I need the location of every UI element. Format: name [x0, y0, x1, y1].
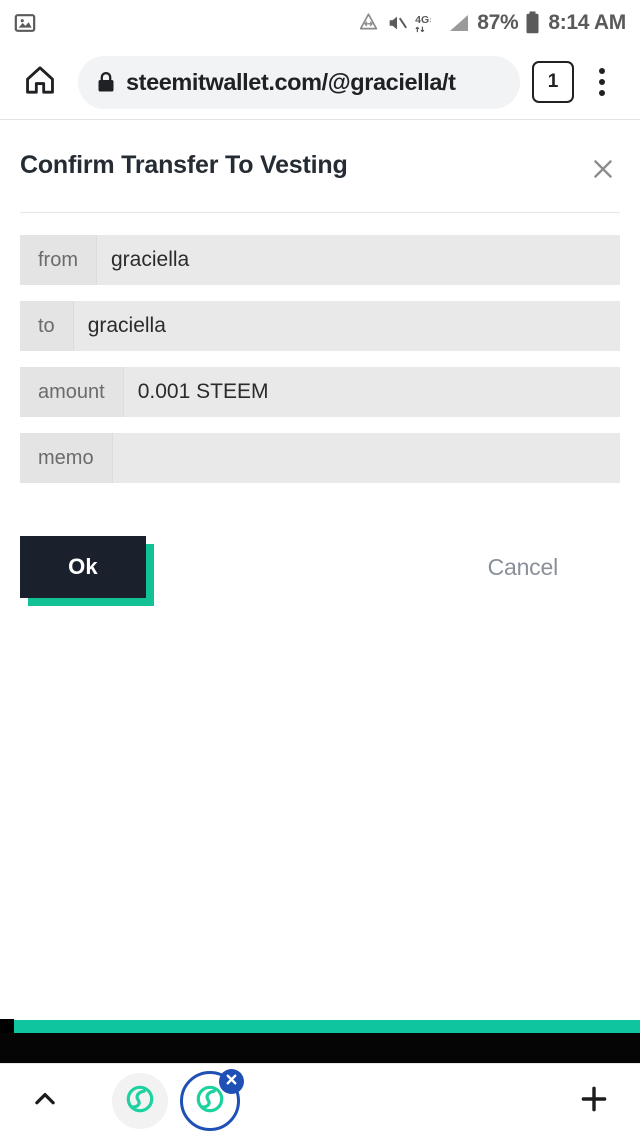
battery-icon	[525, 11, 540, 34]
lte-4g-icon: 4G :	[415, 12, 439, 34]
cancel-button-label: Cancel	[487, 553, 559, 580]
field-value-to[interactable]: graciella	[72, 301, 620, 351]
home-button[interactable]	[14, 56, 66, 108]
url-text: steemitwallet.com/@graciella/t	[126, 68, 456, 95]
battery-percentage: 87%	[477, 10, 519, 34]
ok-button-wrapper: Ok	[20, 536, 154, 606]
footer-black-bar	[0, 1033, 640, 1063]
field-value-memo[interactable]	[111, 433, 620, 483]
page-content: Confirm Transfer To Vesting from graciel…	[0, 120, 640, 1138]
steem-tab-inactive[interactable]	[112, 1073, 168, 1129]
close-badge-icon	[225, 1073, 238, 1091]
field-label-amount: amount	[20, 367, 123, 417]
steem-logo-icon	[125, 1084, 155, 1119]
field-value-from[interactable]: graciella	[96, 235, 620, 285]
ok-button-label: Ok	[68, 554, 98, 579]
steem-tab-active[interactable]	[180, 1069, 244, 1131]
field-label-to: to	[20, 301, 73, 351]
ok-button[interactable]: Ok	[20, 536, 146, 598]
svg-text:4G: 4G	[415, 14, 429, 26]
overflow-menu-icon	[599, 68, 605, 74]
image-icon	[14, 12, 36, 34]
data-saver-icon	[358, 12, 379, 33]
close-button[interactable]	[586, 154, 620, 188]
tab-counter-button[interactable]: 1	[532, 61, 574, 103]
field-row-amount: amount 0.001 STEEM	[20, 367, 620, 417]
cancel-button[interactable]: Cancel	[487, 553, 559, 581]
status-bar-right: 4G : 87% 8:14 AM	[358, 11, 626, 35]
field-label-from: from	[20, 235, 96, 285]
dialog-header: Confirm Transfer To Vesting	[20, 120, 620, 212]
clock-time: 8:14 AM	[548, 10, 626, 34]
expand-button[interactable]	[22, 1078, 68, 1124]
footer-accent-bar	[0, 1019, 640, 1034]
svg-text::: :	[429, 17, 431, 24]
overflow-menu-icon-dot2	[599, 79, 605, 85]
chevron-up-icon	[30, 1084, 60, 1119]
signal-bars-icon	[446, 12, 470, 34]
dialog-actions: Ok Cancel	[20, 527, 620, 607]
browser-toolbar: steemitwallet.com/@graciella/t 1	[0, 45, 640, 120]
status-bar-left	[14, 12, 36, 34]
transfer-fields: from graciella to graciella amount 0.001…	[20, 213, 620, 483]
field-row-memo: memo	[20, 433, 620, 483]
close-tab-button[interactable]	[219, 1069, 244, 1094]
new-tab-button[interactable]	[570, 1077, 618, 1125]
overflow-menu-icon-dot3	[599, 90, 605, 96]
tab-strip	[112, 1069, 244, 1131]
field-value-amount[interactable]: 0.001 STEEM	[122, 367, 620, 417]
bottom-navigation-bar	[0, 1063, 640, 1138]
status-bar: 4G : 87% 8:14 AM	[0, 0, 640, 45]
lock-icon	[96, 71, 116, 93]
field-label-memo: memo	[20, 433, 112, 483]
tab-count-label: 1	[547, 71, 559, 92]
field-row-to: to graciella	[20, 301, 620, 351]
overflow-menu-button[interactable]	[578, 56, 626, 108]
page-title: Confirm Transfer To Vesting	[20, 151, 348, 179]
plus-icon	[577, 1082, 611, 1121]
volume-mute-icon	[386, 12, 408, 34]
confirm-transfer-dialog: Confirm Transfer To Vesting from graciel…	[0, 120, 640, 607]
close-icon	[590, 156, 616, 187]
field-row-from: from graciella	[20, 235, 620, 285]
home-icon	[23, 63, 57, 102]
url-bar[interactable]: steemitwallet.com/@graciella/t	[78, 55, 520, 109]
